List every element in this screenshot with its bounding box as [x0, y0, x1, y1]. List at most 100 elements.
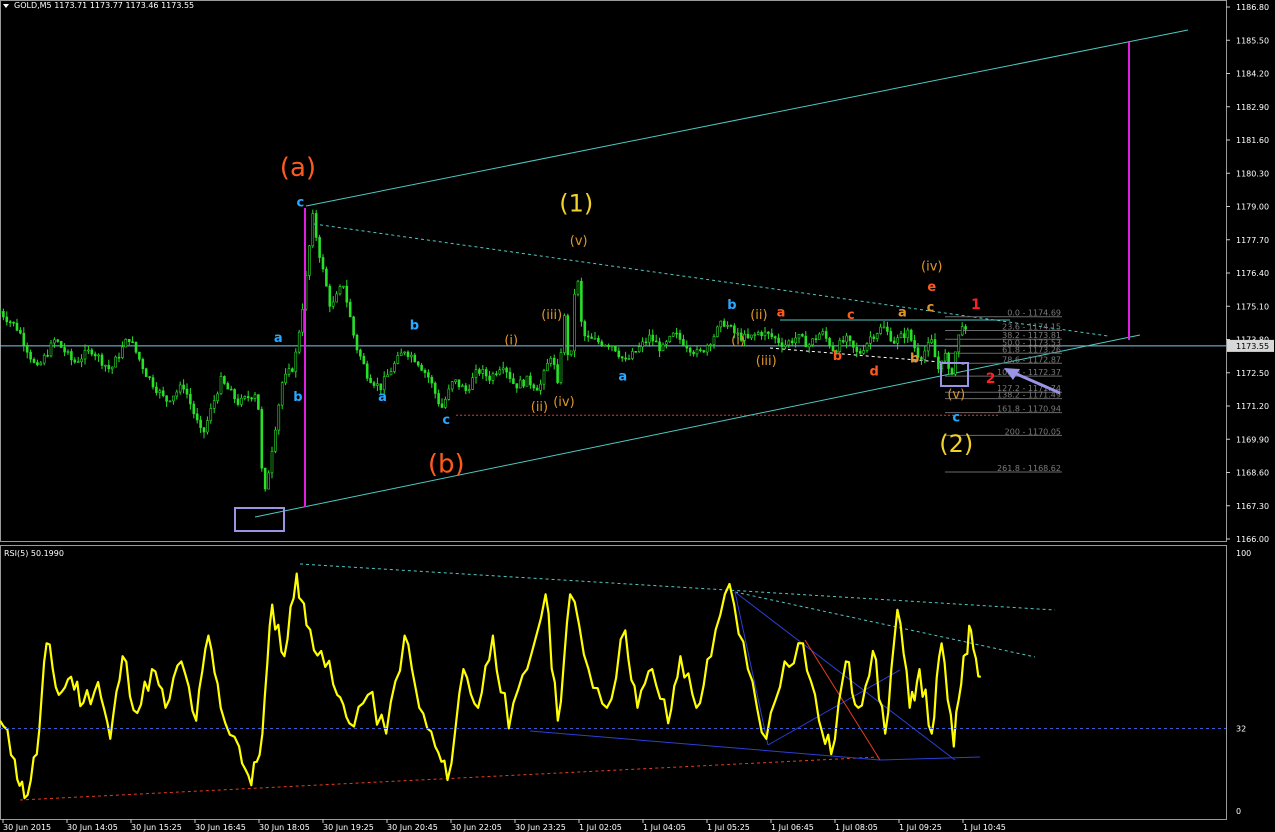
candle-body — [97, 354, 100, 357]
candle-body — [644, 341, 648, 344]
candle-body — [457, 379, 461, 388]
dropdown-arrow-icon[interactable] — [3, 4, 9, 8]
wave-label: (v) — [947, 387, 965, 402]
candle-body — [66, 351, 70, 353]
candle-body — [920, 357, 923, 360]
candle-body — [576, 280, 580, 295]
candle-body — [53, 339, 56, 344]
price-tick-label: 1185.50 — [1236, 36, 1269, 45]
rsi-title: RSI(5) 50.1990 — [4, 549, 64, 558]
candle-body — [342, 285, 345, 288]
candle-body — [682, 339, 685, 346]
candle-body — [144, 368, 148, 377]
price-annotations — [234, 42, 1130, 532]
candle-body — [138, 351, 141, 360]
candle-body — [399, 352, 403, 356]
rsi-tick-label: 0 — [1236, 807, 1241, 816]
candle-body — [29, 351, 32, 360]
candle-body — [678, 332, 682, 340]
candle-body — [246, 396, 250, 399]
chart-canvas[interactable]: 0.0 - 1174.6923.6 - 1174.1538.2 - 1173.8… — [0, 0, 1275, 832]
candle-body — [923, 350, 927, 360]
wave-label: 2 — [986, 371, 996, 387]
fib-level-label: 23.6 - 1174.15 — [1002, 323, 1061, 332]
candle-body — [712, 336, 716, 345]
candle-body — [586, 335, 590, 338]
candle-body — [25, 345, 29, 353]
candle-body — [750, 334, 753, 339]
candle-body — [76, 361, 80, 363]
candle-body — [797, 334, 801, 339]
candle-body — [226, 383, 230, 390]
wave-label: (iv) — [921, 259, 942, 274]
candle-body — [56, 339, 60, 342]
time-tick-label: 30 Jun 15:25 — [131, 823, 182, 832]
candle-body — [903, 333, 906, 339]
candle-body — [777, 337, 780, 343]
wave-label: c — [927, 300, 935, 315]
candle-body — [841, 340, 845, 343]
wave-label: (v) — [570, 234, 588, 249]
candle-body — [590, 336, 593, 339]
candle-body — [726, 325, 729, 327]
price-tick-label: 1181.60 — [1236, 136, 1269, 145]
candle-body — [692, 351, 695, 355]
price-tick-label: 1180.30 — [1236, 169, 1269, 178]
candle-body — [328, 285, 332, 307]
wave-label: b — [727, 298, 736, 313]
candle-body — [107, 364, 111, 370]
candle-body — [131, 341, 134, 343]
upper-channel-line — [305, 29, 1189, 207]
candle-body — [654, 340, 658, 343]
candle-body — [104, 364, 107, 367]
candle-body — [753, 334, 757, 336]
wave-label: c — [847, 308, 855, 323]
candle-body — [756, 332, 760, 335]
candle-body — [369, 377, 372, 383]
candle-body — [461, 385, 464, 388]
upper-triangle-line — [313, 223, 1109, 337]
wave-label: (1) — [559, 190, 593, 218]
candle-body — [529, 375, 532, 386]
time-tick-label: 30 Jun 14:05 — [67, 823, 118, 832]
candle-body — [719, 320, 723, 328]
candle-body — [182, 384, 185, 390]
candle-body — [430, 376, 434, 384]
candle-body — [780, 342, 784, 347]
candle-body — [886, 326, 889, 332]
candle-body — [311, 213, 315, 247]
candle-body — [824, 331, 828, 339]
candle-body — [212, 400, 216, 409]
candle-body — [733, 325, 736, 334]
candle-body — [648, 334, 651, 343]
candle-body — [491, 373, 495, 381]
candle-body — [134, 341, 138, 353]
fib-level-label: 138.2 - 1171.49 — [997, 391, 1061, 400]
candle-body — [699, 349, 702, 352]
candle-body — [624, 357, 627, 360]
candle-body — [722, 320, 726, 327]
candle-body — [705, 344, 709, 353]
price-tick-label: 1182.90 — [1236, 103, 1269, 112]
candle-body — [185, 388, 189, 395]
candle-body — [87, 349, 90, 352]
candle-body — [110, 366, 114, 370]
time-tick-label: 1 Jul 10:45 — [963, 823, 1006, 832]
candle-body — [471, 377, 474, 390]
time-tick-label: 1 Jul 02:05 — [579, 823, 622, 832]
candle-body — [365, 363, 369, 379]
candle-body — [202, 427, 206, 433]
candle-body — [784, 344, 787, 347]
wave-label: (i) — [504, 334, 518, 349]
time-tick-label: 1 Jul 04:05 — [643, 823, 686, 832]
candle-body — [172, 395, 175, 402]
candle-body — [8, 321, 12, 324]
candle-body — [240, 397, 243, 405]
candle-body — [294, 351, 298, 372]
fib-level-label: 261.8 - 1168.62 — [997, 464, 1061, 473]
time-tick-label: 1 Jul 06:45 — [771, 823, 814, 832]
candle-body — [495, 373, 498, 376]
fib-level-label: 61.8 - 1173.26 — [1002, 345, 1061, 354]
candle-body — [338, 286, 342, 295]
wave-label: a — [618, 369, 627, 384]
